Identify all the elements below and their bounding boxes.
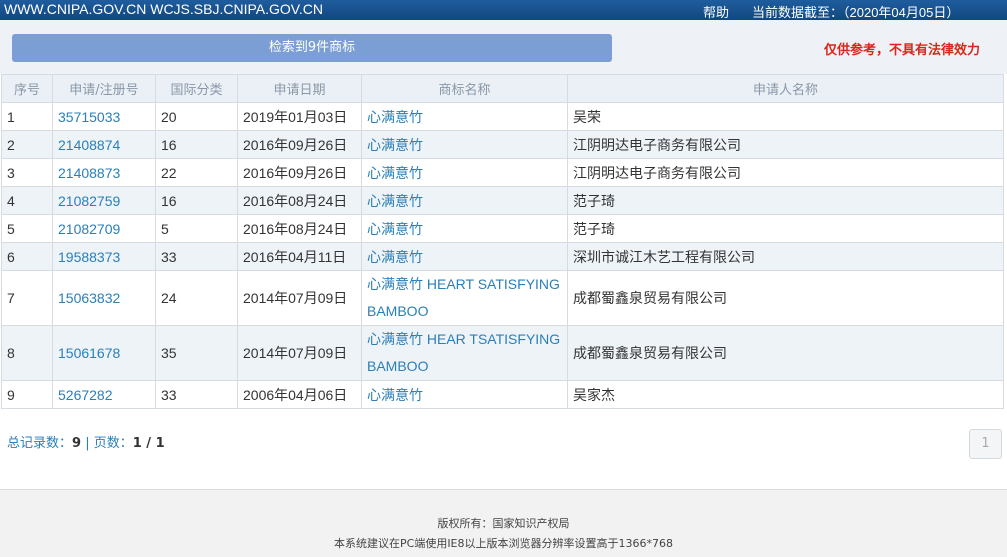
trademark-name-link[interactable]: 心满意竹 bbox=[361, 214, 568, 243]
trademark-name-link[interactable]: 心满意竹 bbox=[361, 158, 568, 187]
cell-class: 24 bbox=[155, 270, 238, 326]
results-table: 序号 申请/注册号 国际分类 申请日期 商标名称 申请人名称 1 3571503… bbox=[1, 74, 1004, 409]
cell-class: 22 bbox=[155, 158, 238, 187]
cell-date: 2016年08月24日 bbox=[237, 214, 362, 243]
cell-date: 2019年01月03日 bbox=[237, 102, 362, 131]
reg-number-link[interactable]: 21082709 bbox=[52, 214, 156, 243]
cell-applicant: 江阴明达电子商务有限公司 bbox=[567, 130, 1004, 159]
table-row: 9 5267282 33 2006年04月06日 心满意竹 吴家杰 bbox=[1, 380, 1004, 409]
reg-number-link[interactable]: 5267282 bbox=[52, 380, 156, 409]
cell-applicant: 范子琦 bbox=[567, 214, 1004, 243]
legal-disclaimer: 仅供参考，不具有法律效力 bbox=[824, 43, 981, 58]
reg-number-link[interactable]: 19588373 bbox=[52, 242, 156, 271]
trademark-name-link[interactable]: 心满意竹 bbox=[361, 102, 568, 131]
cell-date: 2016年04月11日 bbox=[237, 242, 362, 271]
cell-date: 2016年08月24日 bbox=[237, 186, 362, 215]
cell-applicant: 成都蜀鑫泉贸易有限公司 bbox=[567, 325, 1004, 381]
footer-browser-note: 本系统建议在PC端使用IE8以上版本浏览器分辨率设置高于1366*768 bbox=[334, 537, 673, 550]
table-row: 1 35715033 20 2019年01月03日 心满意竹 吴荣 bbox=[1, 102, 1004, 131]
pagination-page-button[interactable]: 1 bbox=[969, 429, 1002, 459]
col-header-date: 申请日期 bbox=[237, 74, 362, 103]
table-header-row: 序号 申请/注册号 国际分类 申请日期 商标名称 申请人名称 bbox=[1, 74, 1004, 103]
data-as-of-date: 当前数据截至：（2020年04月05日） bbox=[752, 5, 960, 20]
reg-number-link[interactable]: 15063832 bbox=[52, 270, 156, 326]
col-header-trademark-name: 商标名称 bbox=[361, 74, 568, 103]
cell-applicant: 吴家杰 bbox=[567, 380, 1004, 409]
cell-applicant: 范子琦 bbox=[567, 186, 1004, 215]
cell-no: 9 bbox=[1, 380, 53, 409]
cell-no: 1 bbox=[1, 102, 53, 131]
trademark-name-link[interactable]: 心满意竹 bbox=[361, 130, 568, 159]
cell-applicant: 吴荣 bbox=[567, 102, 1004, 131]
reg-number-link[interactable]: 21082759 bbox=[52, 186, 156, 215]
cell-no: 4 bbox=[1, 186, 53, 215]
top-bar: WWW.CNIPA.GOV.CN WCJS.SBJ.CNIPA.GOV.CN 帮… bbox=[0, 0, 1007, 20]
table-row: 3 21408873 22 2016年09月26日 心满意竹 江阴明达电子商务有… bbox=[1, 158, 1004, 187]
record-summary: 总记录数：9 | 页数：1 / 1 bbox=[7, 432, 165, 451]
col-header-no: 序号 bbox=[1, 74, 53, 103]
cell-date: 2014年07月09日 bbox=[237, 325, 362, 381]
cell-applicant: 成都蜀鑫泉贸易有限公司 bbox=[567, 270, 1004, 326]
total-records-label: 总记录数： bbox=[7, 436, 73, 451]
trademark-name-link[interactable]: 心满意竹 bbox=[361, 380, 568, 409]
site-urls: WWW.CNIPA.GOV.CN WCJS.SBJ.CNIPA.GOV.CN bbox=[4, 1, 323, 17]
footer: 版权所有：国家知识产权局 本系统建议在PC端使用IE8以上版本浏览器分辨率设置高… bbox=[0, 489, 1007, 557]
trademark-name-link[interactable]: 心满意竹 bbox=[361, 186, 568, 215]
reg-number-link[interactable]: 15061678 bbox=[52, 325, 156, 381]
total-records-value: 9 bbox=[72, 436, 82, 451]
help-link[interactable]: 帮助 bbox=[703, 2, 729, 21]
cell-no: 2 bbox=[1, 130, 53, 159]
page-count-value: 1 / 1 bbox=[132, 436, 165, 451]
trademark-name-link[interactable]: 心满意竹 bbox=[361, 242, 568, 271]
cell-no: 6 bbox=[1, 242, 53, 271]
col-header-applicant: 申请人名称 bbox=[567, 74, 1004, 103]
table-row: 7 15063832 24 2014年07月09日 心满意竹 HEART SAT… bbox=[1, 270, 1004, 326]
trademark-name-link[interactable]: 心满意竹 HEART SATISFYING BAMBOO bbox=[361, 270, 568, 326]
table-row: 2 21408874 16 2016年09月26日 心满意竹 江阴明达电子商务有… bbox=[1, 130, 1004, 159]
cell-class: 33 bbox=[155, 380, 238, 409]
cell-class: 33 bbox=[155, 242, 238, 271]
trademark-name-link[interactable]: 心满意竹 HEAR TSATISFYING BAMBOO bbox=[361, 325, 568, 381]
result-count-button[interactable]: 检索到9件商标 bbox=[12, 34, 612, 62]
cell-date: 2016年09月26日 bbox=[237, 158, 362, 187]
reg-number-link[interactable]: 35715033 bbox=[52, 102, 156, 131]
cell-class: 35 bbox=[155, 325, 238, 381]
cell-class: 5 bbox=[155, 214, 238, 243]
summary-separator: | bbox=[81, 436, 94, 451]
cell-applicant: 江阴明达电子商务有限公司 bbox=[567, 158, 1004, 187]
cell-class: 16 bbox=[155, 130, 238, 159]
cell-date: 2016年09月26日 bbox=[237, 130, 362, 159]
footer-copyright: 版权所有：国家知识产权局 bbox=[437, 517, 570, 530]
cell-class: 20 bbox=[155, 102, 238, 131]
reg-number-link[interactable]: 21408874 bbox=[52, 130, 156, 159]
cell-no: 3 bbox=[1, 158, 53, 187]
table-row: 4 21082759 16 2016年08月24日 心满意竹 范子琦 bbox=[1, 186, 1004, 215]
table-row: 8 15061678 35 2014年07月09日 心满意竹 HEAR TSAT… bbox=[1, 325, 1004, 381]
cell-no: 8 bbox=[1, 325, 53, 381]
col-header-reg-number: 申请/注册号 bbox=[52, 74, 156, 103]
cell-no: 7 bbox=[1, 270, 53, 326]
cell-date: 2014年07月09日 bbox=[237, 270, 362, 326]
cell-date: 2006年04月06日 bbox=[237, 380, 362, 409]
table-row: 6 19588373 33 2016年04月11日 心满意竹 深圳市诚江木艺工程… bbox=[1, 242, 1004, 271]
table-row: 5 21082709 5 2016年08月24日 心满意竹 范子琦 bbox=[1, 214, 1004, 243]
reg-number-link[interactable]: 21408873 bbox=[52, 158, 156, 187]
page-count-label: 页数： bbox=[93, 436, 133, 451]
cell-class: 16 bbox=[155, 186, 238, 215]
search-summary-bar: 检索到9件商标 仅供参考，不具有法律效力 bbox=[0, 20, 1007, 74]
cell-no: 5 bbox=[1, 214, 53, 243]
col-header-class: 国际分类 bbox=[155, 74, 238, 103]
cell-applicant: 深圳市诚江木艺工程有限公司 bbox=[567, 242, 1004, 271]
